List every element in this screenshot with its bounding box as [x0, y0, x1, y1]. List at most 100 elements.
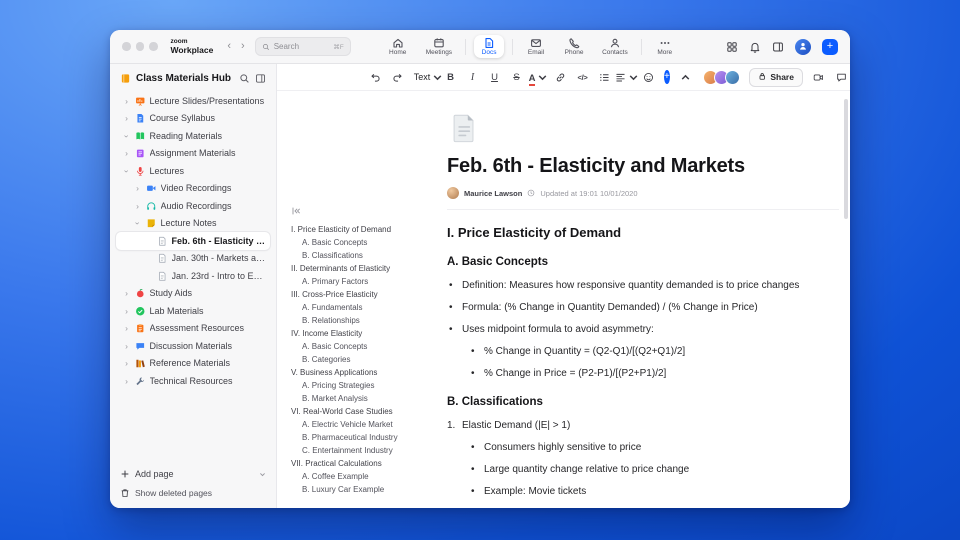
outline-item[interactable]: A. Basic Concepts: [291, 236, 439, 249]
chevron-right-icon[interactable]: ›: [122, 324, 131, 333]
outline-item[interactable]: A. Primary Factors: [291, 275, 439, 288]
outline-item[interactable]: B. Luxury Car Example: [291, 483, 439, 496]
chevron-right-icon[interactable]: ›: [122, 96, 131, 106]
tab-email[interactable]: Email: [521, 35, 551, 59]
code-button[interactable]: </>: [576, 68, 589, 86]
chevron-right-icon[interactable]: ›: [133, 184, 142, 193]
doc-list-item[interactable]: • Uses midpoint formula to avoid asymmetr…: [447, 323, 839, 336]
sidebar-item[interactable]: ›Jan. 23rd - Intro to Econo...: [116, 267, 270, 285]
bulleted-list-button[interactable]: [598, 68, 611, 86]
chevron-right-icon[interactable]: ›: [122, 341, 131, 351]
sidebar-item[interactable]: › Lab Materials: [116, 302, 270, 320]
sidebar-item[interactable]: › Assignment Materials: [116, 145, 270, 163]
link-button[interactable]: [554, 68, 567, 86]
sidebar-item[interactable]: › Assessment Resources: [116, 320, 270, 338]
new-item-button[interactable]: +: [822, 38, 838, 55]
outline-item[interactable]: IV. Income Elasticity: [291, 327, 439, 340]
chevron-right-icon[interactable]: ›: [122, 359, 131, 368]
outline-item[interactable]: B. Classifications: [291, 249, 439, 262]
chevron-right-icon[interactable]: ›: [122, 289, 131, 298]
collaborator-avatars[interactable]: [702, 69, 740, 85]
collapse-toolbar-button[interactable]: [679, 68, 692, 86]
close-window-button[interactable]: [122, 42, 131, 51]
chevron-right-icon[interactable]: ›: [133, 201, 142, 211]
doc-list-item[interactable]: • Large quantity change relative to price…: [447, 463, 839, 476]
doc-heading[interactable]: B. Classifications: [447, 396, 839, 408]
text-color-button[interactable]: A: [528, 68, 547, 86]
outline-item[interactable]: VI. Real-World Case Studies: [291, 405, 439, 418]
outline-item[interactable]: A. Electric Vehicle Market: [291, 418, 439, 431]
zoom-window-button[interactable]: [149, 42, 158, 51]
outline-item[interactable]: B. Market Analysis: [291, 392, 439, 405]
tab-contacts[interactable]: Contacts: [597, 35, 633, 59]
doc-heading[interactable]: I. Price Elasticity of Demand: [447, 225, 839, 240]
sidebar-item[interactable]: › Course Syllabus: [116, 110, 270, 128]
sidebar-item[interactable]: ›Jan. 30th - Markets and P...: [116, 250, 270, 268]
collapse-outline-icon[interactable]: [291, 206, 301, 216]
sidebar-item[interactable]: › Technical Resources: [116, 372, 270, 390]
doc-list-item[interactable]: • Formula: (% Change in Quantity Demanded…: [447, 301, 839, 314]
show-deleted-pages-button[interactable]: Show deleted pages: [120, 488, 266, 498]
sidebar-item[interactable]: › Lecture Slides/Presentations: [116, 92, 270, 110]
outline-item[interactable]: II. Determinants of Elasticity: [291, 262, 439, 275]
text-style-dropdown[interactable]: Text: [414, 68, 442, 86]
alignment-button[interactable]: [615, 68, 637, 86]
doc-list-item[interactable]: • Definition: Measures how responsive qua…: [447, 279, 839, 292]
sidebar-item[interactable]: › Discussion Materials: [116, 337, 270, 355]
comments-button[interactable]: [835, 68, 848, 86]
sidebar-item[interactable]: › Lecture Notes: [116, 215, 270, 233]
user-avatar[interactable]: [795, 38, 811, 55]
tab-home[interactable]: Home: [383, 35, 413, 59]
sidebar-item[interactable]: ›Feb. 6th - Elasticity and M...: [116, 232, 270, 250]
redo-button[interactable]: [391, 68, 404, 86]
collaborator-avatar[interactable]: [724, 69, 740, 85]
chevron-down-icon[interactable]: ›: [122, 166, 132, 175]
outline-item[interactable]: A. Pricing Strategies: [291, 379, 439, 392]
minimize-window-button[interactable]: [135, 42, 144, 51]
add-page-button[interactable]: Add page: [120, 469, 266, 479]
outline-item[interactable]: A. Basic Concepts: [291, 340, 439, 353]
document-title[interactable]: Feb. 6th - Elasticity and Markets: [447, 155, 839, 178]
sidebar-item[interactable]: › Study Aids: [116, 285, 270, 303]
outline-item[interactable]: VII. Practical Calculations: [291, 457, 439, 470]
sidebar-item[interactable]: › Video Recordings: [116, 180, 270, 198]
panel-toggle-icon[interactable]: [772, 41, 784, 53]
doc-heading[interactable]: A. Basic Concepts: [447, 256, 839, 268]
doc-list-item[interactable]: 1. Elastic Demand (|E| > 1): [447, 419, 839, 432]
outline-item[interactable]: I. Price Elasticity of Demand: [291, 223, 439, 236]
outline-item[interactable]: B. Relationships: [291, 314, 439, 327]
sidebar-item[interactable]: › Lectures: [116, 162, 270, 180]
sidebar-search-icon[interactable]: [239, 73, 250, 84]
outline-item[interactable]: B. Categories: [291, 353, 439, 366]
share-button[interactable]: Share: [748, 67, 803, 87]
outline-item[interactable]: V. Business Applications: [291, 366, 439, 379]
tab-phone[interactable]: Phone: [559, 35, 589, 59]
insert-block-button[interactable]: +: [664, 70, 670, 84]
chevron-right-icon[interactable]: ›: [122, 114, 131, 123]
strikethrough-button[interactable]: S: [510, 68, 523, 86]
bold-button[interactable]: B: [444, 68, 457, 86]
italic-button[interactable]: I: [466, 68, 479, 86]
tab-more[interactable]: More: [650, 35, 680, 59]
outline-item[interactable]: A. Coffee Example: [291, 470, 439, 483]
back-arrow-icon[interactable]: ‹: [227, 41, 231, 52]
chevron-down-icon[interactable]: ›: [122, 131, 132, 140]
doc-list-item[interactable]: • Consumers highly sensitive to price: [447, 441, 839, 454]
scrollbar-thumb[interactable]: [844, 99, 848, 219]
outline-item[interactable]: III. Cross-Price Elasticity: [291, 288, 439, 301]
underline-button[interactable]: U: [488, 68, 501, 86]
apps-grid-icon[interactable]: [726, 41, 738, 53]
outline-item[interactable]: A. Fundamentals: [291, 301, 439, 314]
doc-list-item[interactable]: • % Change in Price = (P2-P1)/[(P2+P1)/2]: [447, 367, 839, 380]
video-call-button[interactable]: [812, 68, 825, 86]
tab-meetings[interactable]: Meetings: [421, 35, 457, 59]
forward-arrow-icon[interactable]: ›: [241, 41, 245, 52]
doc-list-item[interactable]: • Example: Movie tickets: [447, 485, 839, 498]
undo-button[interactable]: [369, 68, 382, 86]
chevron-down-icon[interactable]: ›: [133, 219, 143, 228]
sidebar-item[interactable]: › Reading Materials: [116, 127, 270, 145]
search-input[interactable]: Search ⌘F: [254, 37, 351, 56]
chevron-right-icon[interactable]: ›: [122, 306, 131, 316]
tab-docs[interactable]: Docs: [474, 34, 505, 59]
notifications-bell-icon[interactable]: [749, 41, 761, 53]
